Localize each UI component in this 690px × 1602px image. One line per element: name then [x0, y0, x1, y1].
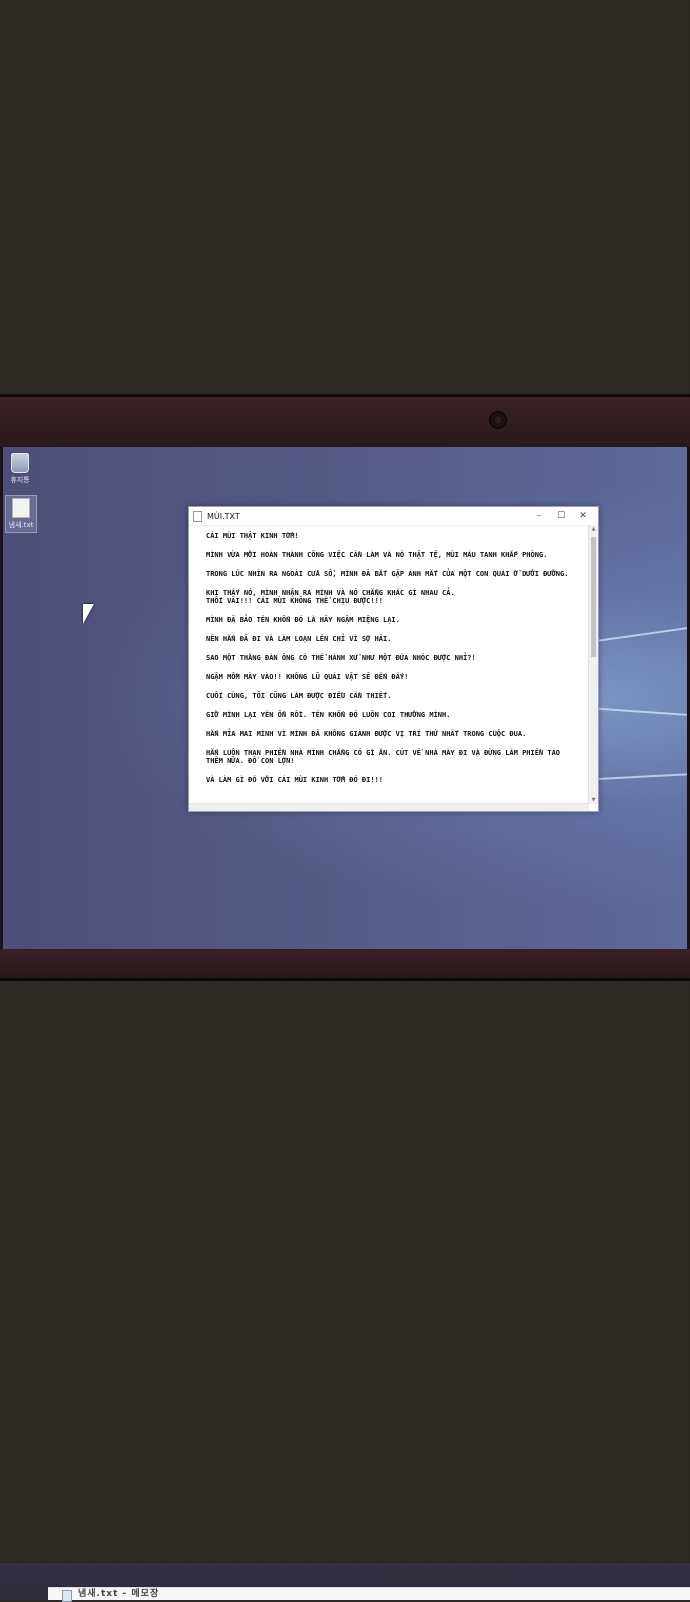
scroll-down-icon[interactable]: ▼ [589, 796, 598, 804]
text-line: MÌNH ĐÃ BẢO TÊN KHỐN ĐÓ LÀ HÃY NGẬM MIỆN… [206, 616, 400, 624]
desktop-icon-label: 냄새.txt [8, 521, 34, 529]
horizontal-scrollbar[interactable] [189, 803, 589, 811]
scroll-up-icon[interactable]: ▲ [589, 525, 598, 533]
text-line: TRONG LÚC NHÌN RA NGOÀI CỬA SỔ, MÌNH ĐÃ … [206, 570, 569, 578]
recycle-bin-icon [11, 453, 29, 473]
bottom-notepad-window[interactable]: 냄새.txt - 메모장 [48, 1587, 690, 1602]
text-line: HẮN LUÔN THAN PHIỀN NHÀ MÌNH CHẲNG CÓ GÌ… [206, 749, 565, 765]
text-line: MÌNH VỪA MỚI HOÀN THÀNH CÔNG VIỆC CẦN LÀ… [206, 551, 548, 559]
window-title: MÙI.TXT [207, 511, 240, 521]
notepad-titlebar[interactable]: MÙI.TXT – ☐ ✕ [189, 507, 598, 526]
text-line: VÀ LÀM GÌ ĐÓ VỚI CÁI MÙI KINH TỞM ĐÓ ĐI!… [206, 776, 384, 784]
text-line: CÁI MÙI THẬT KINH TỞM! [206, 532, 299, 540]
text-line: GIỜ MÌNH LẠI YÊN ỔN RỒI. TÊN KHỐN ĐÓ LUÔ… [206, 711, 451, 719]
scrollbar-thumb[interactable] [591, 537, 596, 657]
maximize-button[interactable]: ☐ [550, 511, 572, 521]
text-line: NGẬM MỒM MÀY VÀO!! KHÔNG LŨ QUÁI VẬT SẼ … [206, 673, 409, 681]
mouse-cursor-icon [83, 604, 94, 624]
minimize-button[interactable]: – [528, 511, 550, 521]
text-line: NÊN HẮN ĐÃ ĐI VÀ LÀM LOẠN LÊN CHỈ VÌ SỢ … [206, 635, 392, 643]
desktop-icon-recycle-bin[interactable]: 휴지통 [5, 453, 35, 485]
notepad-text-area[interactable]: CÁI MÙI THẬT KINH TỞM! MÌNH VỪA MỚI HOÀN… [189, 525, 589, 804]
vertical-scrollbar[interactable]: ▲ ▼ [588, 525, 598, 804]
text-line: HẮN MỈA MAI MÌNH VÌ MÌNH ĐÃ KHÔNG GIÀNH … [206, 730, 527, 738]
top-background [0, 0, 690, 394]
desktop-icon-label: 휴지통 [10, 476, 30, 484]
bottom-panel: 냄새.txt - 메모장 [0, 1563, 690, 1602]
webcam-icon [489, 411, 507, 429]
text-line: KHI THẤY NÓ, MÌNH NHẬN RA MÌNH VÀ NÓ CHẲ… [206, 589, 455, 605]
desktop-screen: 휴지통 냄새.txt MÙI.TXT – ☐ ✕ CÁI MÙI THẬT KI… [3, 447, 687, 949]
monitor-panel: 휴지통 냄새.txt MÙI.TXT – ☐ ✕ CÁI MÙI THẬT KI… [0, 394, 690, 981]
notepad-window[interactable]: MÙI.TXT – ☐ ✕ CÁI MÙI THẬT KINH TỞM! MÌN… [188, 506, 599, 812]
monitor-bezel-bottom [0, 949, 690, 978]
monitor-bezel-top [0, 397, 690, 447]
middle-background [0, 981, 690, 1563]
notepad-file-icon [62, 1590, 72, 1602]
bottom-window-title: 냄새.txt - 메모장 [78, 1589, 160, 1599]
text-line: SAO MỘT THẰNG ĐÀN ÔNG CÓ THỂ HÀNH XỬ NHƯ… [206, 654, 476, 662]
notepad-file-icon [193, 510, 202, 522]
desktop-icon-text-file[interactable]: 냄새.txt [5, 495, 37, 533]
close-button[interactable]: ✕ [572, 511, 594, 521]
text-line: CUỐI CÙNG, TÔI CŨNG LÀM ĐƯỢC ĐIỀU CẦN TH… [206, 692, 392, 700]
text-file-icon [12, 498, 30, 518]
